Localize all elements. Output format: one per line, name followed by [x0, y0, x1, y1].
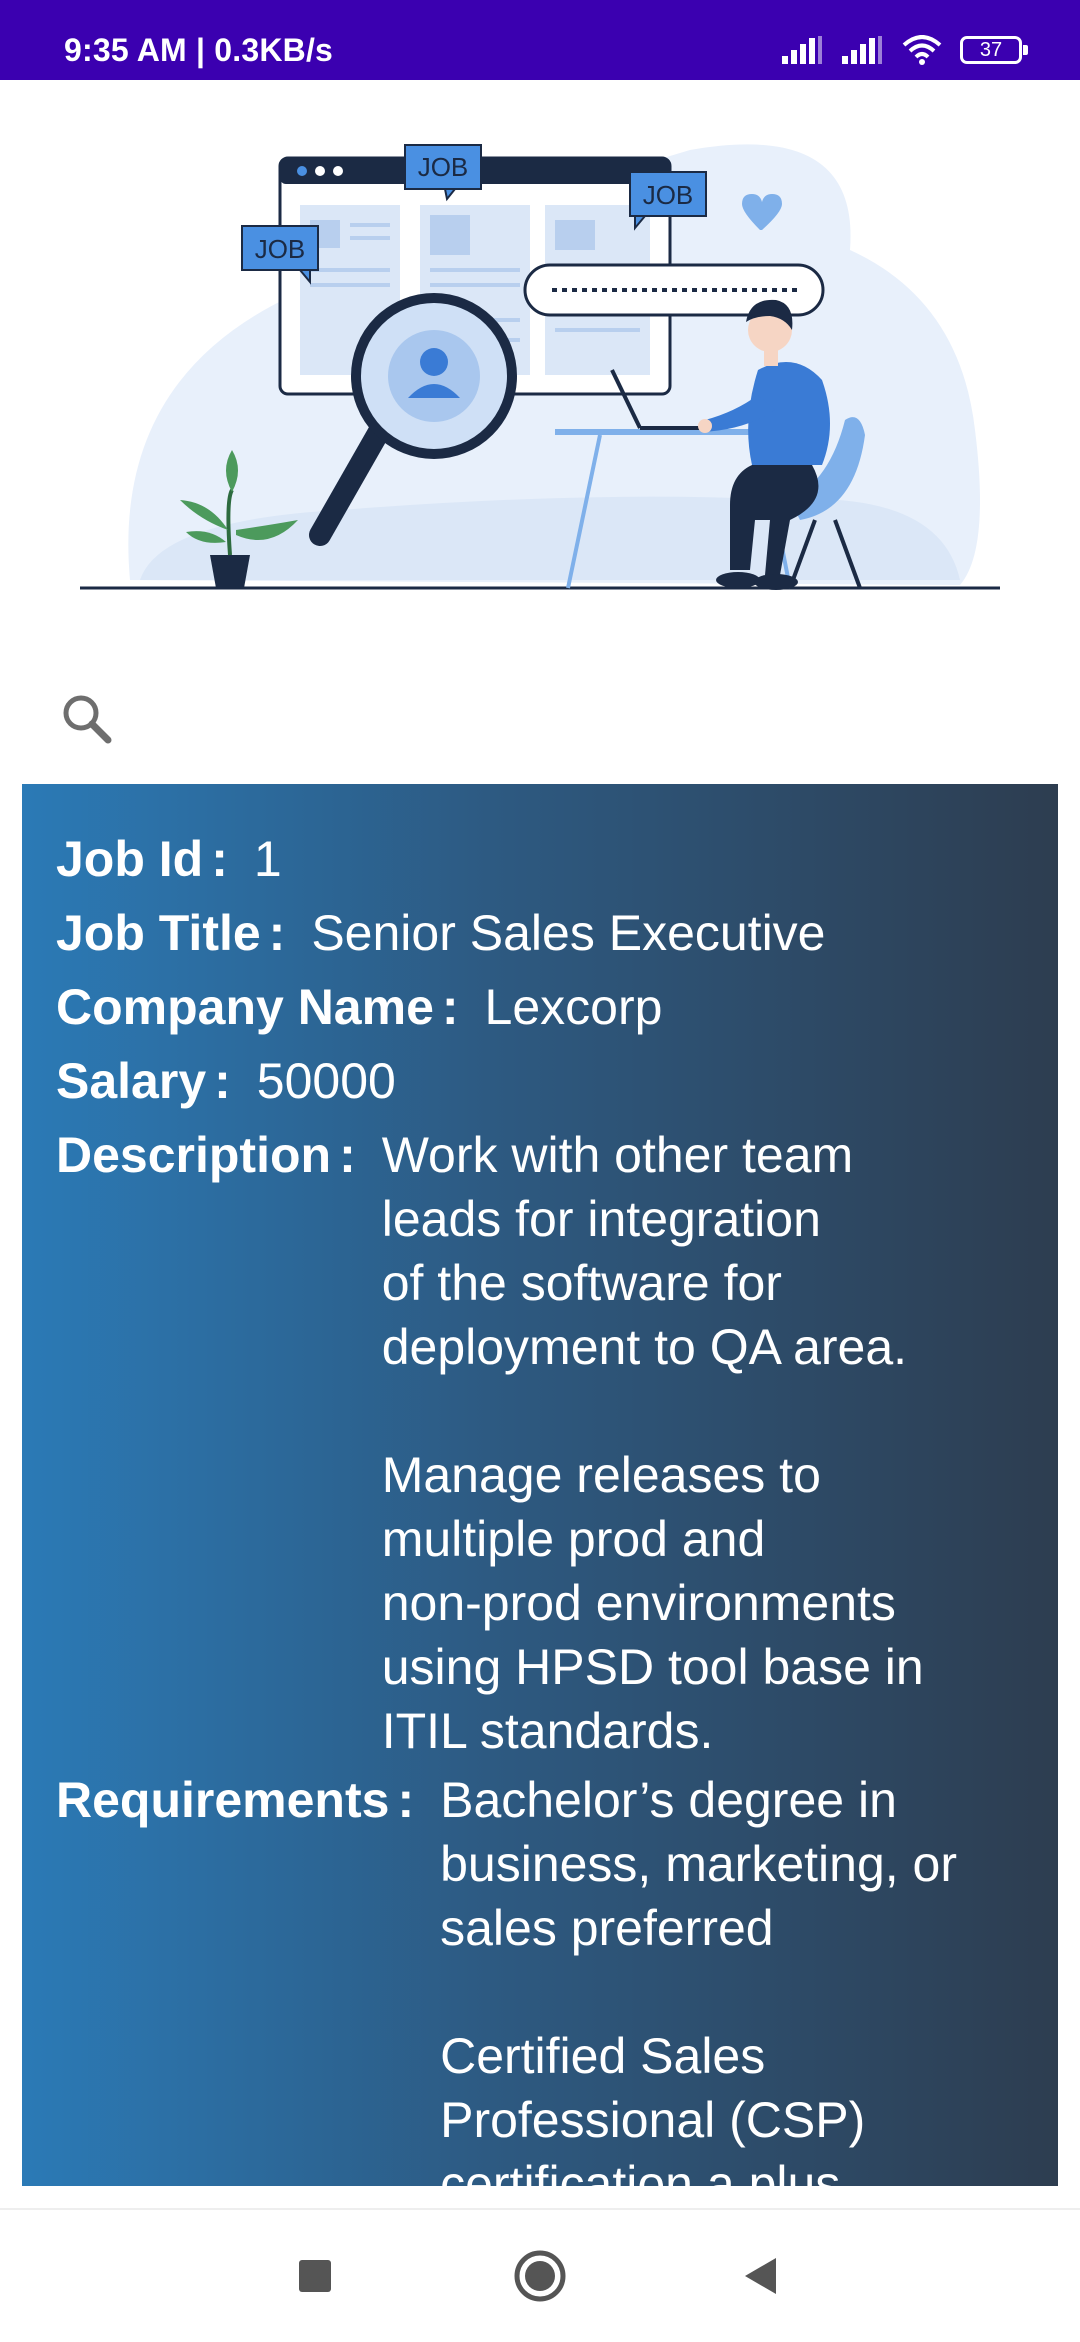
company-label: Company Name [56, 979, 434, 1035]
job-id-value: 1 [253, 831, 282, 887]
company-value: Lexcorp [484, 979, 663, 1035]
requirements-row: Requirements : Bachelor’s degree in busi… [56, 1763, 1024, 2186]
job-title-value: Senior Sales Executive [311, 905, 826, 961]
search-icon[interactable] [58, 690, 118, 750]
home-button[interactable] [480, 2210, 600, 2342]
colon: : [339, 1127, 356, 1183]
colon: : [397, 1772, 415, 1828]
status-time: 9:35 AM | 0.3KB/s [64, 32, 334, 68]
svg-text:JOB: JOB [418, 152, 469, 182]
back-button[interactable] [700, 2210, 820, 2342]
hero-illustration: JOB JOB JOB [0, 80, 1080, 620]
recents-button[interactable] [255, 2210, 375, 2342]
signal-icon [842, 36, 882, 64]
circle-icon [514, 2250, 566, 2302]
job-id-row: Job Id : 1 [56, 822, 1024, 896]
salary-row: Salary : 50000 [56, 1044, 1024, 1118]
requirements-value: Bachelor’s degree in business, marketing… [440, 1772, 957, 2186]
battery-indicator: 37 [960, 36, 1028, 64]
salary-label: Salary [56, 1053, 207, 1109]
company-row: Company Name : Lexcorp [56, 970, 1024, 1044]
description-row: Description : Work with other team leads… [56, 1118, 1024, 1763]
status-icons: 37 [782, 30, 1028, 70]
job-title-row: Job Title : Senior Sales Executive [56, 896, 1024, 970]
job-card[interactable]: Job Id : 1 Job Title : Senior Sales Exec… [22, 784, 1058, 2186]
description-value: Work with other team leads for integrati… [381, 1127, 924, 1759]
colon: : [268, 905, 286, 961]
svg-text:JOB: JOB [255, 234, 306, 264]
signal-icon [782, 36, 822, 64]
square-icon [299, 2260, 331, 2292]
navigation-bar [0, 2208, 1080, 2342]
job-title-label: Job Title [56, 905, 261, 961]
job-search-illustration: JOB JOB JOB [80, 144, 1000, 590]
colon: : [211, 831, 228, 887]
salary-value: 50000 [256, 1053, 396, 1109]
colon: : [214, 1053, 231, 1109]
wifi-icon [902, 35, 942, 65]
job-id-label: Job Id [56, 831, 204, 887]
description-label: Description [56, 1127, 332, 1183]
triangle-back-icon [745, 2258, 776, 2294]
svg-text:JOB: JOB [643, 180, 694, 210]
requirements-label: Requirements [56, 1772, 390, 1828]
status-bar: 9:35 AM | 0.3KB/s 37 [0, 0, 1080, 80]
colon: : [441, 979, 459, 1035]
search-bar[interactable] [0, 670, 1080, 770]
